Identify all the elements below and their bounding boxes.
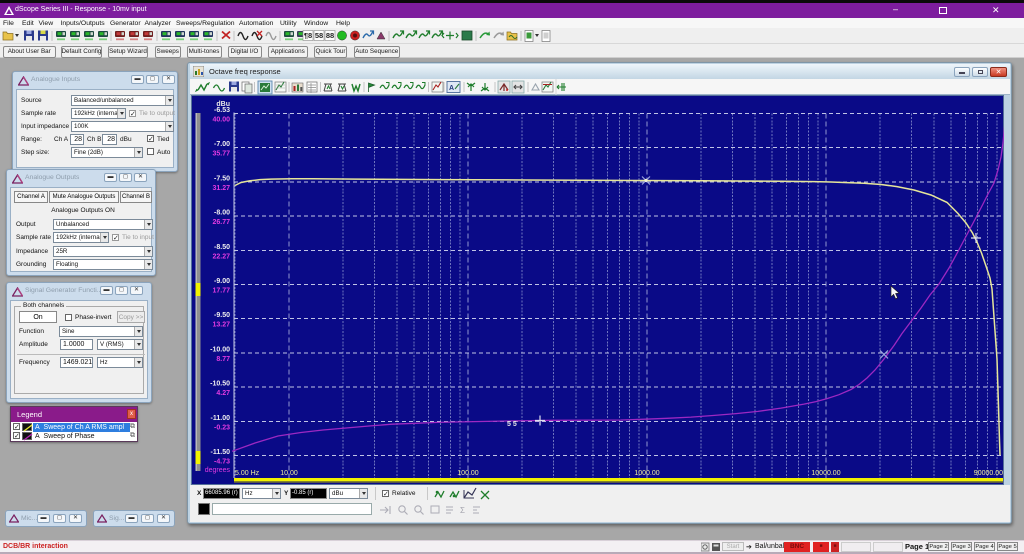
svg-text:10000.00: 10000.00 [811,470,840,477]
svg-text:13.27: 13.27 [212,322,230,329]
svg-text:-9.00: -9.00 [214,278,230,285]
svg-text:-0.23: -0.23 [214,424,230,431]
svg-text:22.27: 22.27 [212,253,230,260]
svg-text:58: 58 [315,31,323,40]
svg-text:8.77: 8.77 [216,356,230,363]
svg-text:Σ: Σ [460,506,465,515]
svg-text:-10.00: -10.00 [210,346,230,353]
svg-text:10.00: 10.00 [280,470,298,477]
svg-text:-6.53: -6.53 [214,107,230,114]
svg-text:-4.73: -4.73 [214,459,230,466]
svg-text:1000.00: 1000.00 [634,470,659,477]
svg-text:degrees: degrees [205,467,231,474]
svg-text:17.77: 17.77 [212,288,230,295]
svg-text:-11.00: -11.00 [211,415,231,422]
svg-text:100.00: 100.00 [457,470,479,477]
svg-text:90000.00: 90000.00 [974,470,1003,477]
svg-text:35.77: 35.77 [212,151,230,158]
svg-text:5 5: 5 5 [507,421,517,428]
svg-text:4.27: 4.27 [216,390,230,397]
svg-text:-11.50: -11.50 [211,449,231,456]
svg-text:5.00 Hz: 5.00 Hz [235,470,260,477]
svg-text:A: A [449,85,454,92]
svg-text:-10.50: -10.50 [210,381,230,388]
svg-text:26.77: 26.77 [212,219,230,226]
svg-text:-9.50: -9.50 [214,312,230,319]
svg-text:-8.50: -8.50 [214,244,230,251]
svg-text:-8.00: -8.00 [214,210,230,217]
svg-text:-7.50: -7.50 [214,175,230,182]
svg-text:88: 88 [326,31,334,40]
svg-text:40.00: 40.00 [212,117,230,124]
svg-text:-7.00: -7.00 [214,141,230,148]
svg-text:31.27: 31.27 [212,185,230,192]
svg-text:¶8: ¶8 [304,31,312,40]
